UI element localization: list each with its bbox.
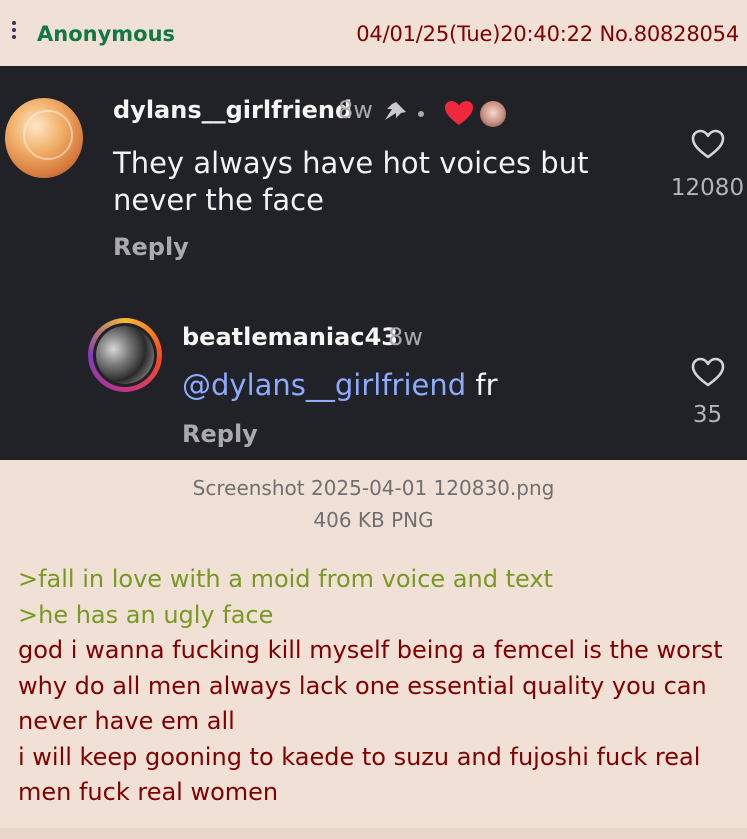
separator-dot	[418, 111, 424, 117]
avatar-photo	[96, 326, 154, 384]
comment-time: 8w	[338, 96, 373, 124]
post-meta: 04/01/25(Tue)20:40:22 No.80828054	[356, 22, 739, 46]
heart-outline-icon[interactable]	[690, 128, 726, 160]
reply-username[interactable]: beatlemaniac43	[182, 323, 398, 351]
avatar-ring-gap	[93, 323, 157, 387]
file-name[interactable]: Screenshot 2025-04-01 120830.png	[0, 472, 747, 504]
comment-text: They always have hot voices but never th…	[113, 146, 589, 217]
reply-text: @dylans__girlfriend fr	[182, 368, 498, 402]
like-count: 35	[692, 402, 723, 428]
like-count: 12080	[670, 175, 745, 201]
avatar[interactable]	[5, 98, 83, 178]
pin-icon	[385, 102, 406, 120]
greentext-line: >he has an ugly face	[18, 600, 274, 629]
file-size: 406 KB PNG	[313, 508, 434, 532]
reply-text-body: fr	[466, 368, 498, 402]
greentext-line: >fall in love with a moid from voice and…	[18, 565, 553, 593]
reply-button[interactable]: Reply	[182, 420, 258, 448]
post-header: Anonymous 04/01/25(Tue)20:40:22 No.80828…	[0, 0, 747, 66]
post-text: god i wanna fucking kill myself being a …	[18, 636, 723, 735]
comment-username[interactable]: dylans__girlfriend	[113, 96, 352, 124]
creator-avatar	[480, 101, 506, 127]
reply-time: 8w	[388, 323, 423, 351]
heart-filled-icon	[445, 101, 473, 125]
heart-outline-icon[interactable]	[690, 356, 726, 388]
post-body: >fall in love with a moid from voice and…	[18, 562, 738, 811]
post-footer	[0, 828, 747, 839]
mention-link[interactable]: @dylans__girlfriend	[182, 368, 466, 402]
post-date: 04/01/25(Tue)20:40:22	[356, 22, 593, 46]
post-text: i will keep gooning to kaede to suzu and…	[18, 742, 701, 807]
post-menu-icon[interactable]	[8, 18, 20, 54]
poster-name: Anonymous	[37, 22, 176, 46]
reply-button[interactable]: Reply	[113, 233, 189, 261]
avatar[interactable]	[88, 318, 162, 392]
post-number[interactable]: No.80828054	[599, 22, 739, 46]
file-info: Screenshot 2025-04-01 120830.png 406 KB …	[0, 472, 747, 536]
